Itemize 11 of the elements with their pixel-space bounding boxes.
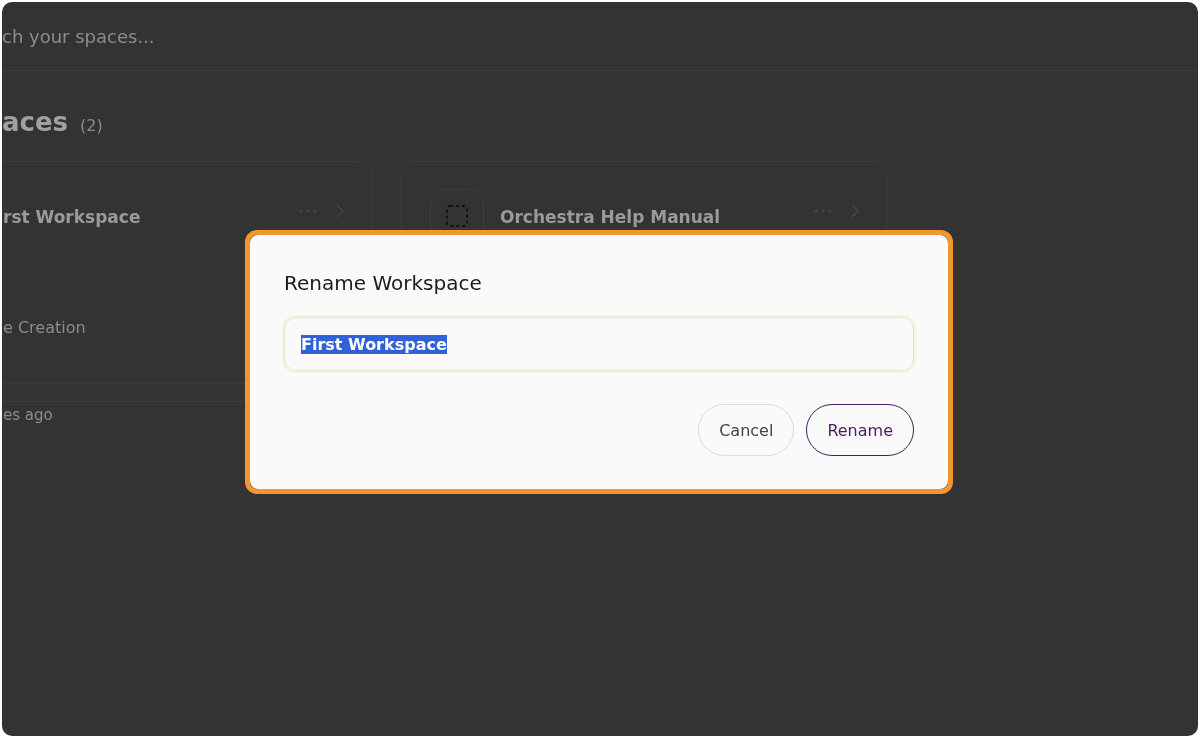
workspace-title: Orchestra Help Manual bbox=[500, 207, 722, 227]
dashed-square-icon bbox=[445, 204, 469, 228]
updated-time: es ago bbox=[2, 406, 53, 424]
section-title: aces bbox=[2, 107, 69, 137]
workspace-count: (2) bbox=[80, 116, 103, 135]
cancel-button[interactable]: Cancel bbox=[698, 404, 795, 456]
workspace-description: e Creation bbox=[2, 318, 86, 337]
name-field[interactable]: First Workspace bbox=[284, 317, 914, 371]
rename-button[interactable]: Rename bbox=[806, 404, 914, 456]
search-placeholder[interactable]: ch your spaces... bbox=[2, 25, 155, 47]
workspace-title: rst Workspace bbox=[3, 207, 142, 227]
